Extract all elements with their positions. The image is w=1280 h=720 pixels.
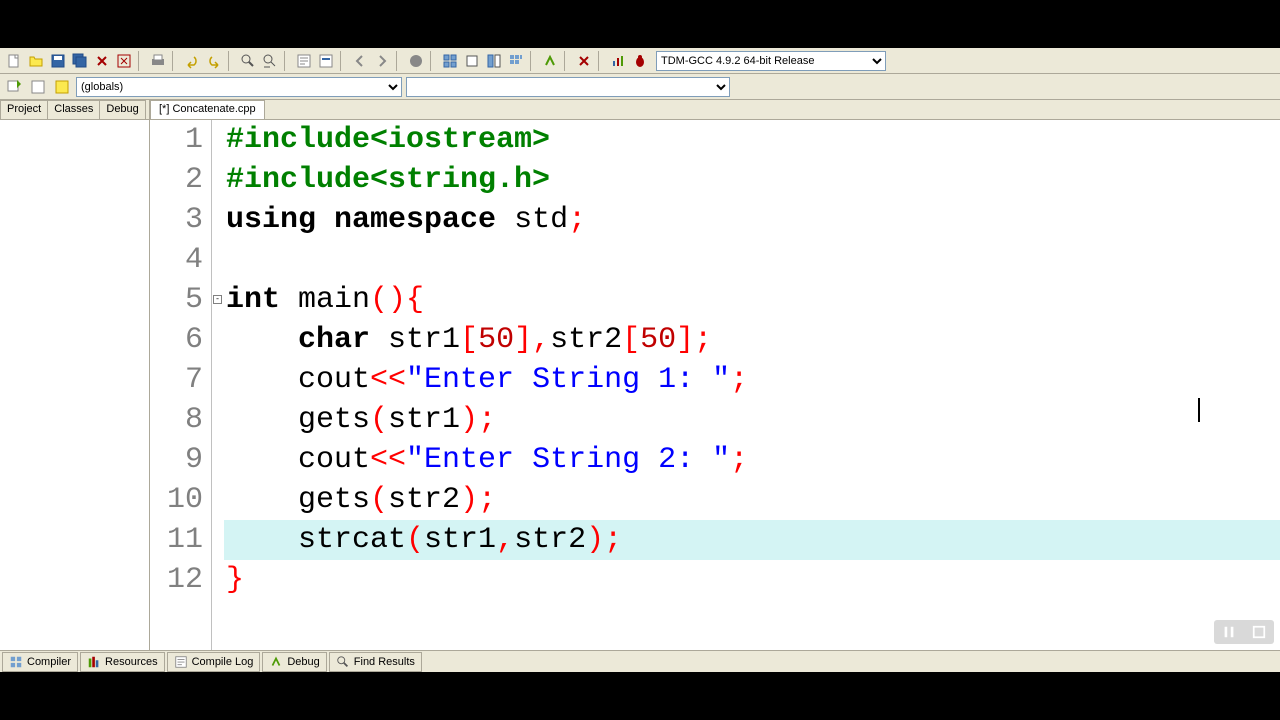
close-button[interactable] (92, 51, 112, 71)
bottom-tab-label: Compile Log (192, 656, 254, 668)
stop-button[interactable] (406, 51, 426, 71)
main-toolbar: TDM-GCC 4.9.2 64-bit Release (0, 48, 1280, 74)
fold-column: - (212, 120, 224, 650)
abort-button[interactable] (574, 51, 594, 71)
video-overlay (1214, 620, 1274, 644)
code-line[interactable]: using namespace std; (224, 200, 1280, 240)
function-select[interactable] (406, 77, 730, 97)
debug-button[interactable] (540, 51, 560, 71)
new-file-button[interactable] (4, 51, 24, 71)
fold-marker[interactable]: - (213, 295, 222, 304)
tab-classes[interactable]: Classes (47, 100, 100, 119)
bottom-tab-find-results[interactable]: Find Results (329, 652, 422, 672)
tab-project[interactable]: Project (0, 100, 48, 119)
code-line[interactable]: char str1[50],str2[50]; (224, 320, 1280, 360)
bottom-tab-compile-log[interactable]: Compile Log (167, 652, 261, 672)
save-button[interactable] (48, 51, 68, 71)
main-area: Project Classes Debug [*] Concatenate.cp… (0, 100, 1280, 650)
nav-forward-button[interactable] (372, 51, 392, 71)
save-all-button[interactable] (70, 51, 90, 71)
code-line[interactable]: gets(str1); (224, 400, 1280, 440)
code-editor[interactable]: 123456789101112 - #include<iostream>#inc… (150, 120, 1280, 650)
line-number-gutter: 123456789101112 (150, 120, 212, 650)
compiler-icon (9, 655, 23, 669)
find-icon (336, 655, 350, 669)
bottom-panel-tabs: Compiler Resources Compile Log Debug Fin… (0, 650, 1280, 672)
code-line[interactable]: int main(){ (224, 280, 1280, 320)
rebuild-button[interactable] (506, 51, 526, 71)
compile-button[interactable] (440, 51, 460, 71)
run-button[interactable] (462, 51, 482, 71)
left-panel: Project Classes Debug (0, 100, 150, 650)
print-button[interactable] (148, 51, 168, 71)
scope-select[interactable]: (globals) (76, 77, 402, 97)
bottom-tab-label: Debug (287, 656, 319, 668)
bottom-tab-label: Find Results (354, 656, 415, 668)
bottom-tab-resources[interactable]: Resources (80, 652, 165, 672)
resources-icon (87, 655, 101, 669)
redo-button[interactable] (204, 51, 224, 71)
insert-button[interactable] (28, 77, 48, 97)
editor-tab-concatenate[interactable]: [*] Concatenate.cpp (150, 100, 265, 119)
code-line[interactable]: cout<<"Enter String 2: "; (224, 440, 1280, 480)
secondary-toolbar: (globals) (0, 74, 1280, 100)
bookmark-toggle-button[interactable] (52, 77, 72, 97)
pause-icon (1222, 625, 1236, 639)
editor-area: [*] Concatenate.cpp 123456789101112 - #i… (150, 100, 1280, 650)
code-line[interactable]: gets(str2); (224, 480, 1280, 520)
bottom-tab-debug[interactable]: Debug (262, 652, 326, 672)
tab-debug[interactable]: Debug (99, 100, 145, 119)
code-line[interactable]: strcat(str1,str2); (224, 520, 1280, 560)
code-line[interactable] (224, 240, 1280, 280)
text-cursor (1198, 398, 1200, 422)
bottom-tab-label: Compiler (27, 656, 71, 668)
code-line[interactable]: } (224, 560, 1280, 600)
bottom-tab-label: Resources (105, 656, 158, 668)
left-panel-tabs: Project Classes Debug (0, 100, 149, 120)
compile-run-button[interactable] (484, 51, 504, 71)
code-line[interactable]: cout<<"Enter String 1: "; (224, 360, 1280, 400)
code-lines[interactable]: #include<iostream>#include<string.h>usin… (224, 120, 1280, 650)
expand-icon (1252, 625, 1266, 639)
open-file-button[interactable] (26, 51, 46, 71)
code-line[interactable]: #include<string.h> (224, 160, 1280, 200)
replace-button[interactable] (260, 51, 280, 71)
bottom-tab-compiler[interactable]: Compiler (2, 652, 78, 672)
nav-back-button[interactable] (350, 51, 370, 71)
new-class-button[interactable] (4, 77, 24, 97)
debug-bug-button[interactable] (630, 51, 650, 71)
bookmark-button[interactable] (316, 51, 336, 71)
compiler-select[interactable]: TDM-GCC 4.9.2 64-bit Release (656, 51, 886, 71)
log-icon (174, 655, 188, 669)
undo-button[interactable] (182, 51, 202, 71)
profile-button[interactable] (608, 51, 628, 71)
close-all-button[interactable] (114, 51, 134, 71)
goto-line-button[interactable] (294, 51, 314, 71)
ide-window: TDM-GCC 4.9.2 64-bit Release (globals) P… (0, 48, 1280, 672)
debug-icon (269, 655, 283, 669)
code-line[interactable]: #include<iostream> (224, 120, 1280, 160)
find-button[interactable] (238, 51, 258, 71)
editor-tabs: [*] Concatenate.cpp (150, 100, 1280, 120)
